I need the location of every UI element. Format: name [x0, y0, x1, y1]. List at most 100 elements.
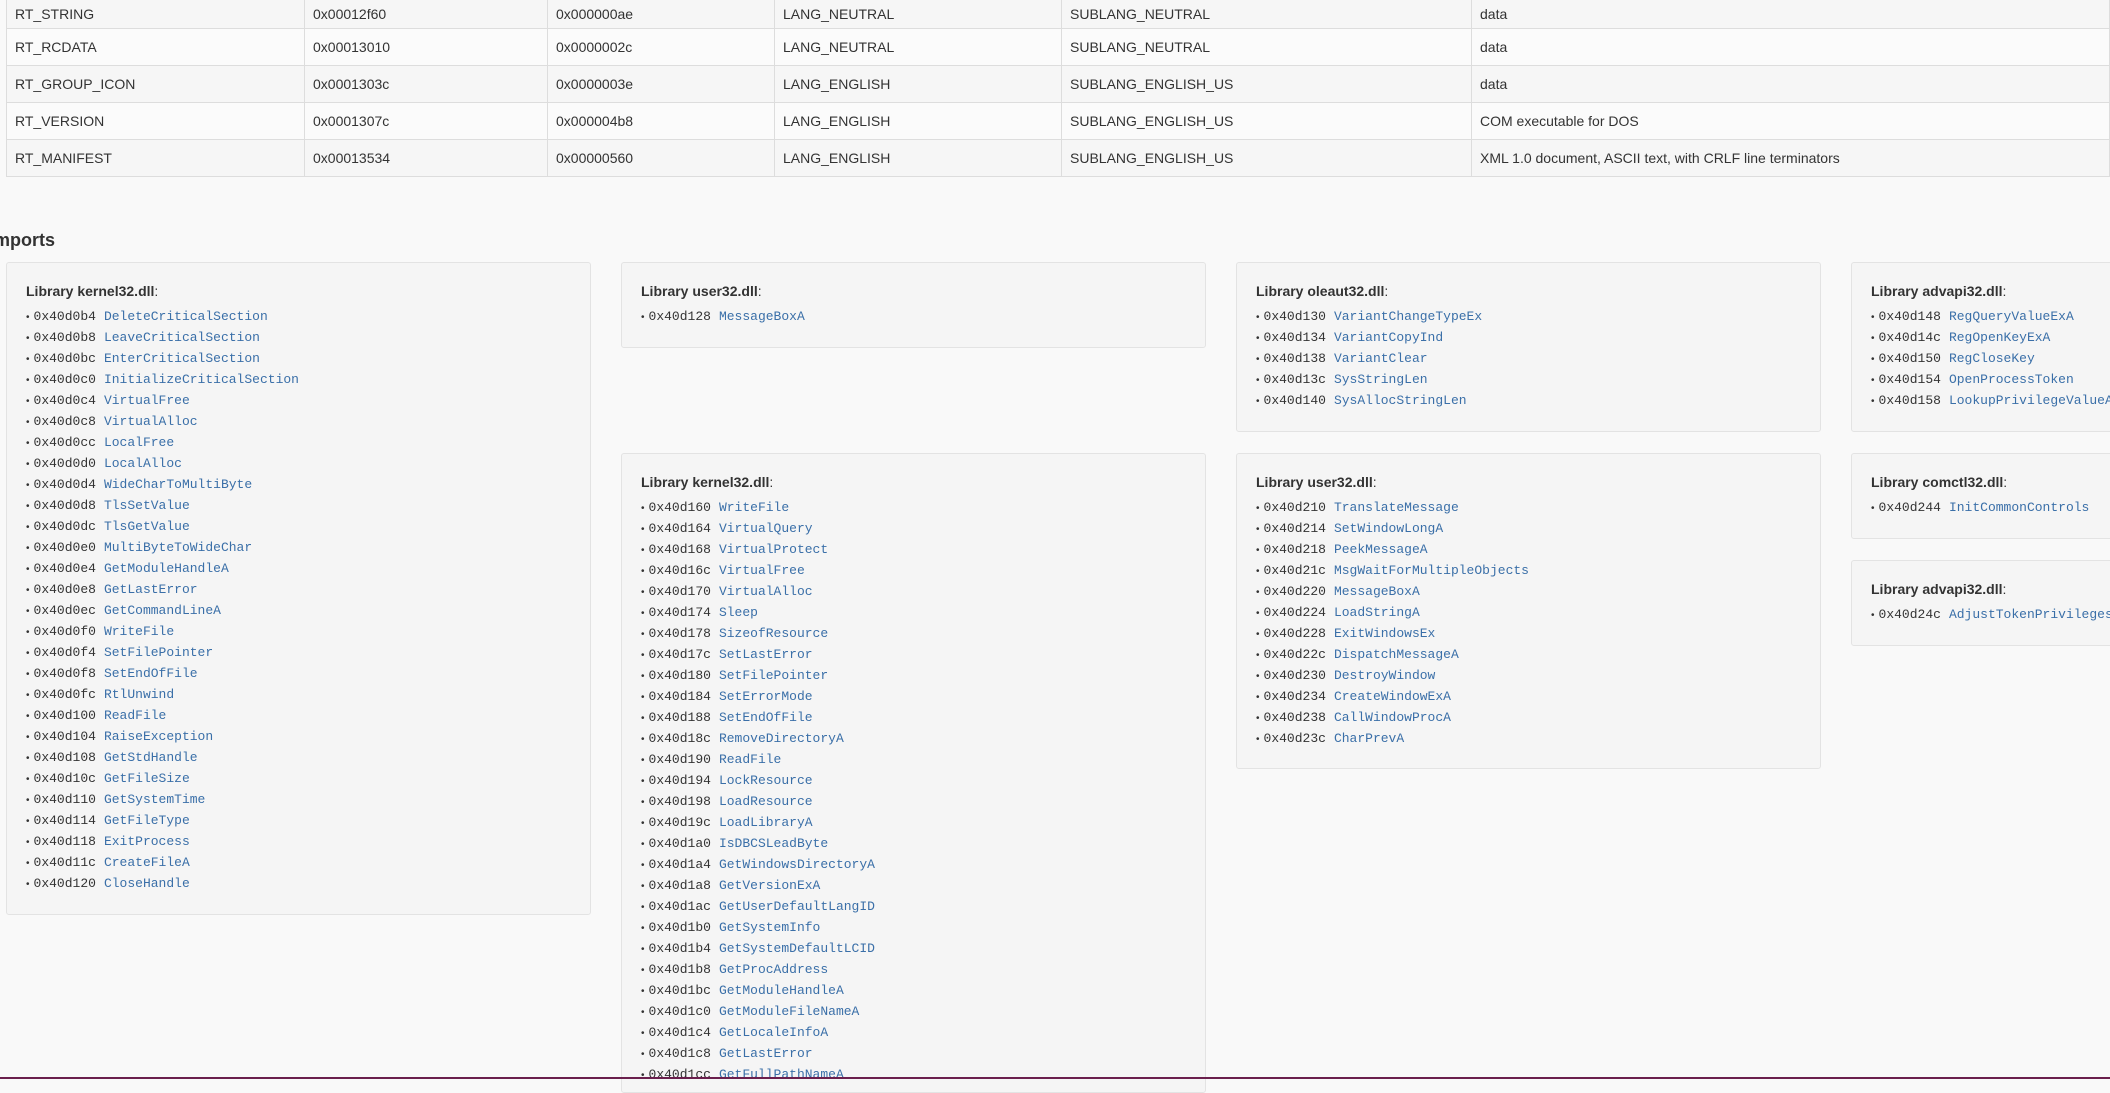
import-function-link[interactable]: GetModuleFileNameA	[719, 1004, 859, 1019]
import-function-link[interactable]: OpenProcessToken	[1949, 372, 2074, 387]
import-address: 0x40d0c0	[33, 372, 96, 387]
import-function-link[interactable]: GetSystemTime	[104, 792, 205, 807]
import-function-link[interactable]: LoadLibraryA	[719, 815, 813, 830]
import-function-link[interactable]: SetWindowLongA	[1334, 521, 1443, 536]
import-address: 0x40d170	[648, 584, 711, 599]
import-function-link[interactable]: VirtualQuery	[719, 521, 813, 536]
import-function-link[interactable]: TlsGetValue	[104, 519, 190, 534]
import-function-link[interactable]: VirtualFree	[719, 563, 805, 578]
import-function-link[interactable]: SetErrorMode	[719, 689, 813, 704]
import-function-link[interactable]: GetFullPathNameA	[719, 1067, 844, 1082]
library-prefix: Library	[641, 283, 693, 299]
import-function-link[interactable]: MsgWaitForMultipleObjects	[1334, 563, 1529, 578]
import-function-link[interactable]: RaiseException	[104, 729, 213, 744]
import-address: 0x40d130	[1263, 309, 1326, 324]
import-function-link[interactable]: GetUserDefaultLangID	[719, 899, 875, 914]
bullet-icon: •	[641, 1049, 645, 1060]
import-function-link[interactable]: LeaveCriticalSection	[104, 330, 260, 345]
import-function-link[interactable]: MultiByteToWideChar	[104, 540, 252, 555]
import-function-link[interactable]: GetVersionExA	[719, 878, 820, 893]
import-function-link[interactable]: VirtualFree	[104, 393, 190, 408]
import-function-link[interactable]: GetStdHandle	[104, 750, 198, 765]
import-function-link[interactable]: ReadFile	[719, 752, 781, 767]
import-function-link[interactable]: GetModuleHandleA	[104, 561, 229, 576]
import-function-link[interactable]: LoadStringA	[1334, 605, 1420, 620]
import-address: 0x40d13c	[1263, 372, 1326, 387]
import-function-link[interactable]: RegQueryValueExA	[1949, 309, 2074, 324]
import-function-link[interactable]: InitializeCriticalSection	[104, 372, 299, 387]
import-function-link[interactable]: TranslateMessage	[1334, 500, 1459, 515]
import-function-link[interactable]: SetFilePointer	[719, 668, 828, 683]
library-name: kernel32.dll	[77, 283, 155, 299]
import-entry: • 0x40d1a4 GetWindowsDirectoryA	[641, 854, 1187, 875]
import-function-link[interactable]: WriteFile	[104, 624, 174, 639]
import-function-link[interactable]: VariantCopyInd	[1334, 330, 1443, 345]
import-function-link[interactable]: CloseHandle	[104, 876, 190, 891]
import-address: 0x40d1c0	[648, 1004, 711, 1019]
import-function-link[interactable]: TlsSetValue	[104, 498, 190, 513]
import-function-link[interactable]: LookupPrivilegeValueA	[1949, 393, 2110, 408]
import-function-link[interactable]: WideCharToMultiByte	[104, 477, 252, 492]
import-function-link[interactable]: RtlUnwind	[104, 687, 174, 702]
import-function-link[interactable]: LocalAlloc	[104, 456, 182, 471]
import-function-link[interactable]: CallWindowProcA	[1334, 710, 1451, 725]
import-function-link[interactable]: SysAllocStringLen	[1334, 393, 1467, 408]
import-function-link[interactable]: ExitProcess	[104, 834, 190, 849]
import-function-link[interactable]: CreateFileA	[104, 855, 190, 870]
import-function-link[interactable]: SetEndOfFile	[719, 710, 813, 725]
import-function-link[interactable]: ReadFile	[104, 708, 166, 723]
import-function-link[interactable]: DispatchMessageA	[1334, 647, 1459, 662]
import-function-link[interactable]: VirtualAlloc	[719, 584, 813, 599]
import-entry: • 0x40d174 Sleep	[641, 602, 1187, 623]
import-function-link[interactable]: SysStringLen	[1334, 372, 1428, 387]
import-function-link[interactable]: SetLastError	[719, 647, 813, 662]
import-function-link[interactable]: Sleep	[719, 605, 758, 620]
import-function-link[interactable]: RemoveDirectoryA	[719, 731, 844, 746]
library-title: Library kernel32.dll:	[26, 283, 159, 299]
import-function-link[interactable]: GetLastError	[104, 582, 198, 597]
import-function-link[interactable]: SetFilePointer	[104, 645, 213, 660]
import-function-link[interactable]: GetLocaleInfoA	[719, 1025, 828, 1040]
import-entry: • 0x40d16c VirtualFree	[641, 560, 1187, 581]
import-function-link[interactable]: GetProcAddress	[719, 962, 828, 977]
import-function-link[interactable]: MessageBoxA	[1334, 584, 1420, 599]
import-function-link[interactable]: GetFileSize	[104, 771, 190, 786]
import-function-link[interactable]: VirtualAlloc	[104, 414, 198, 429]
bullet-icon: •	[1256, 587, 1260, 598]
import-function-link[interactable]: WriteFile	[719, 500, 789, 515]
import-function-link[interactable]: InitCommonControls	[1949, 500, 2089, 515]
import-function-link[interactable]: VariantChangeTypeEx	[1334, 309, 1482, 324]
import-function-link[interactable]: EnterCriticalSection	[104, 351, 260, 366]
bullet-icon: •	[1256, 396, 1260, 407]
import-function-link[interactable]: CreateWindowExA	[1334, 689, 1451, 704]
import-function-link[interactable]: GetFileType	[104, 813, 190, 828]
import-function-link[interactable]: GetLastError	[719, 1046, 813, 1061]
import-function-link[interactable]: RegOpenKeyExA	[1949, 330, 2050, 345]
import-function-link[interactable]: DeleteCriticalSection	[104, 309, 268, 324]
import-function-link[interactable]: GetWindowsDirectoryA	[719, 857, 875, 872]
bullet-icon: •	[26, 816, 30, 827]
import-function-link[interactable]: LocalFree	[104, 435, 174, 450]
import-function-link[interactable]: DestroyWindow	[1334, 668, 1435, 683]
import-function-link[interactable]: IsDBCSLeadByte	[719, 836, 828, 851]
import-function-link[interactable]: VariantClear	[1334, 351, 1428, 366]
import-function-link[interactable]: GetSystemDefaultLCID	[719, 941, 875, 956]
import-function-link[interactable]: ExitWindowsEx	[1334, 626, 1435, 641]
import-function-link[interactable]: SizeofResource	[719, 626, 828, 641]
import-function-link[interactable]: CharPrevA	[1334, 731, 1404, 746]
import-function-link[interactable]: LockResource	[719, 773, 813, 788]
import-function-link[interactable]: PeekMessageA	[1334, 542, 1428, 557]
import-function-link[interactable]: GetModuleHandleA	[719, 983, 844, 998]
import-function-link[interactable]: SetEndOfFile	[104, 666, 198, 681]
import-entry: • 0x40d19c LoadLibraryA	[641, 812, 1187, 833]
import-function-link[interactable]: MessageBoxA	[719, 309, 805, 324]
import-function-link[interactable]: RegCloseKey	[1949, 351, 2035, 366]
import-entry: • 0x40d24c AdjustTokenPrivileges	[1871, 604, 2110, 625]
import-function-link[interactable]: GetCommandLineA	[104, 603, 221, 618]
import-function-link[interactable]: VirtualProtect	[719, 542, 828, 557]
import-address: 0x40d0d4	[33, 477, 96, 492]
import-function-link[interactable]: AdjustTokenPrivileges	[1949, 607, 2110, 622]
import-function-link[interactable]: LoadResource	[719, 794, 813, 809]
import-function-link[interactable]: GetSystemInfo	[719, 920, 820, 935]
import-address: 0x40d0c4	[33, 393, 96, 408]
